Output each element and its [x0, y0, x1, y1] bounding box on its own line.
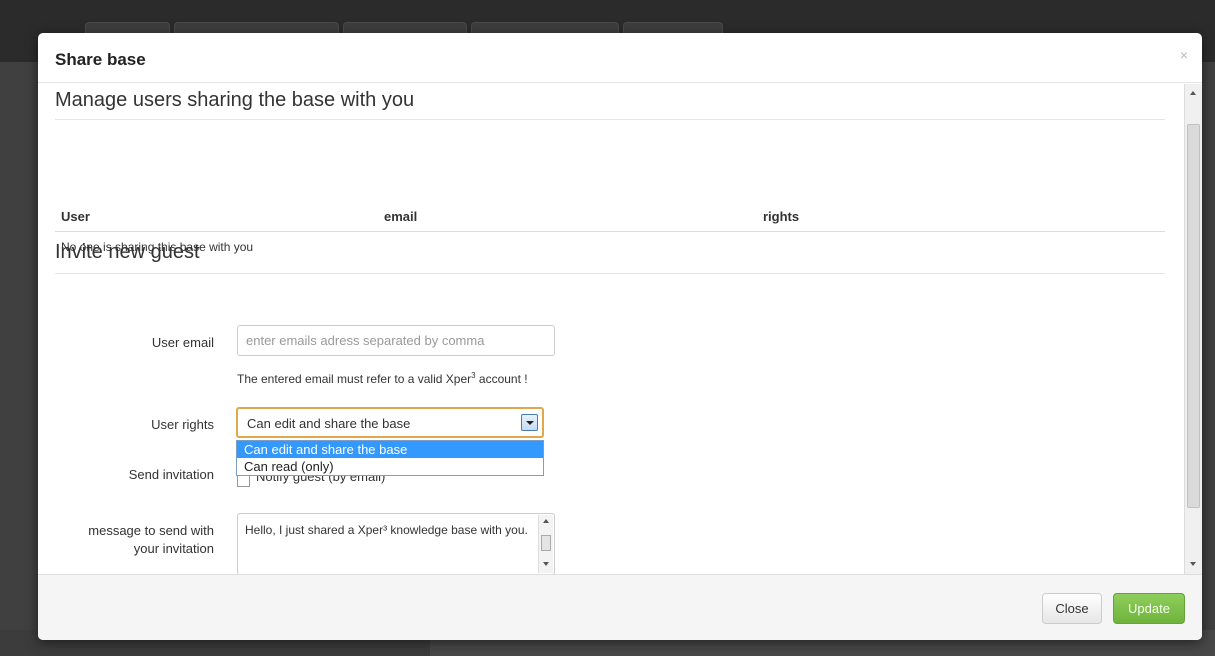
rights-option-read-only[interactable]: Can read (only) [237, 458, 543, 475]
scroll-up-icon[interactable] [1190, 91, 1196, 95]
share-base-modal: Share base × Manage users sharing the ba… [38, 33, 1202, 640]
user-email-label: User email [151, 335, 214, 350]
modal-body: Manage users sharing the base with you U… [38, 84, 1186, 574]
scroll-down-icon[interactable] [543, 562, 549, 566]
send-invitation-label: Send invitation [128, 467, 214, 482]
modal-body-scrollbar[interactable] [1184, 84, 1202, 574]
user-rights-selected-value: Can edit and share the base [247, 416, 411, 431]
update-button[interactable]: Update [1113, 593, 1185, 624]
modal-footer: Close Update [38, 574, 1202, 640]
scroll-thumb[interactable] [1187, 124, 1200, 508]
chevron-down-icon[interactable] [521, 414, 538, 431]
scroll-up-icon[interactable] [543, 519, 549, 523]
modal-header: Share base × [38, 33, 1202, 83]
modal-title: Share base [55, 50, 146, 69]
column-header-rights: rights [763, 209, 800, 224]
column-header-email: email [384, 209, 418, 224]
close-button[interactable]: Close [1042, 593, 1102, 624]
message-label: message to send with your invitation [88, 522, 214, 558]
column-header-user: User [61, 209, 90, 224]
close-icon[interactable]: × [1180, 47, 1188, 63]
table-divider [55, 231, 1165, 232]
message-label-line2: your invitation [133, 541, 214, 556]
email-help-suffix: account ! [475, 372, 528, 386]
scroll-thumb[interactable] [541, 535, 551, 551]
scroll-down-icon[interactable] [1190, 562, 1196, 566]
user-rights-label: User rights [151, 417, 214, 432]
rights-option-edit-share[interactable]: Can edit and share the base [237, 441, 543, 458]
message-label-line1: message to send with [88, 523, 214, 538]
user-rights-select[interactable]: Can edit and share the base [236, 407, 544, 438]
invitation-message-textarea[interactable]: Hello, I just shared a Xper³ knowledge b… [237, 513, 555, 574]
user-email-input[interactable] [237, 325, 555, 356]
invitation-message-text: Hello, I just shared a Xper³ knowledge b… [245, 523, 528, 537]
sharing-section-heading: Manage users sharing the base with you [55, 89, 415, 111]
section-divider [55, 119, 1165, 120]
section-divider [55, 273, 1165, 274]
invite-section-heading: Invite new guest [55, 241, 200, 263]
textarea-scrollbar[interactable] [538, 515, 553, 573]
email-help-prefix: The entered email must refer to a valid … [237, 372, 472, 386]
user-rights-dropdown: Can edit and share the base Can read (on… [236, 440, 544, 476]
email-help-text: The entered email must refer to a valid … [237, 371, 528, 386]
